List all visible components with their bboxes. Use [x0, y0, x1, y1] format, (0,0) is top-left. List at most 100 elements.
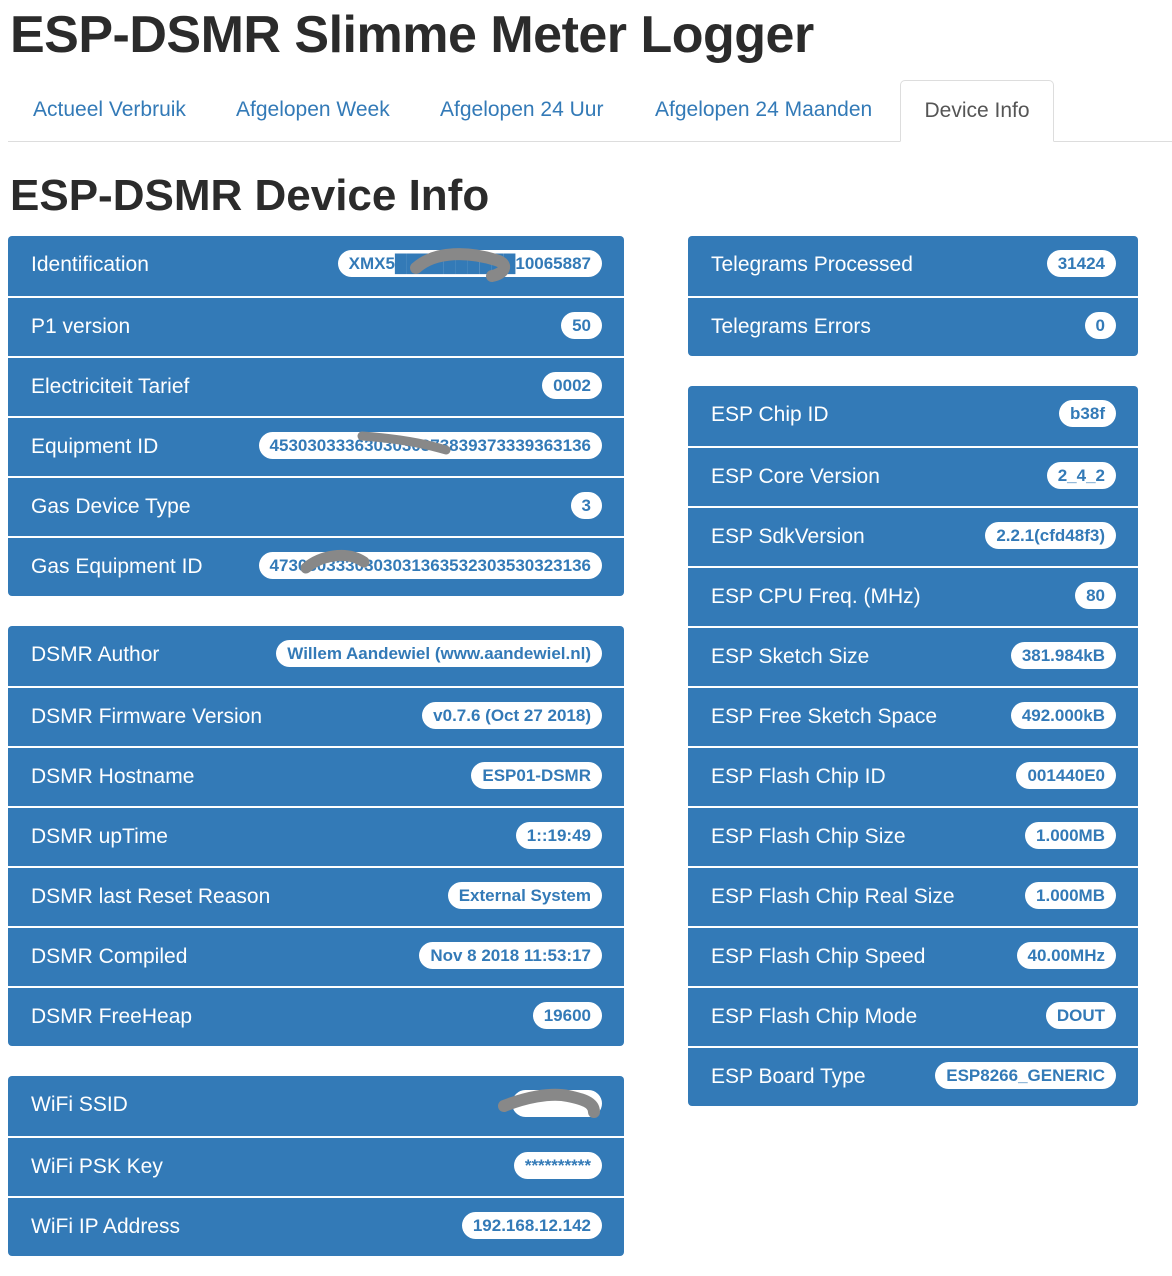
row-label: DSMR Author — [31, 643, 160, 666]
value-badge: 1::19:49 — [515, 822, 602, 849]
info-row-dsmr-last-reset-reason: DSMR last Reset Reason External System — [8, 866, 624, 926]
info-row-esp-flash-chip-real-size: ESP Flash Chip Real Size 1.000MB — [688, 866, 1138, 926]
meter-info-panel: Identification XMX5██████████10065887 P1… — [8, 236, 624, 596]
row-label: ESP Chip ID — [711, 403, 829, 426]
row-label: Telegrams Errors — [711, 315, 871, 338]
value-badge: 1.000MB — [1025, 822, 1116, 849]
dsmr-info-panel: DSMR Author Willem Aandewiel (www.aandew… — [8, 626, 624, 1046]
row-label: Gas Device Type — [31, 495, 191, 518]
value-badge: ESP8266_GENERIC — [935, 1062, 1116, 1089]
info-row-esp-core-version: ESP Core Version 2_4_2 — [688, 446, 1138, 506]
value-badge: DOUT — [1045, 1002, 1116, 1029]
row-label: Electriciteit Tarief — [31, 375, 190, 398]
row-label: WiFi PSK Key — [31, 1155, 163, 1178]
info-row-p1-version: P1 version 50 — [8, 296, 624, 356]
tab-device-info[interactable]: Device Info — [900, 80, 1054, 142]
info-row-esp-sdk-version: ESP SdkVersion 2.2.1(cfd48f3) — [688, 506, 1138, 566]
row-label: ESP Flash Chip Speed — [711, 945, 926, 968]
value-badge: b38f — [1059, 400, 1116, 427]
value-badge: 2_4_2 — [1046, 462, 1116, 489]
info-row-dsmr-firmware-version: DSMR Firmware Version v0.7.6 (Oct 27 201… — [8, 686, 624, 746]
info-row-esp-flash-chip-mode: ESP Flash Chip Mode DOUT — [688, 986, 1138, 1046]
value-badge: 381.984kB — [1010, 642, 1116, 669]
row-label: Equipment ID — [31, 435, 159, 458]
telegrams-panel: Telegrams Processed 31424 Telegrams Erro… — [688, 236, 1138, 356]
row-label: Identification — [31, 253, 149, 276]
value-badge — [512, 1090, 602, 1117]
info-row-esp-flash-chip-id: ESP Flash Chip ID 001440E0 — [688, 746, 1138, 806]
info-row-telegrams-errors: Telegrams Errors 0 — [688, 296, 1138, 356]
row-label: ESP Free Sketch Space — [711, 705, 938, 728]
row-label: P1 version — [31, 315, 131, 338]
row-label: ESP Core Version — [711, 465, 880, 488]
info-row-dsmr-uptime: DSMR upTime 1::19:49 — [8, 806, 624, 866]
esp-info-panel: ESP Chip ID b38f ESP Core Version 2_4_2 … — [688, 386, 1138, 1106]
tab-actueel-verbruik[interactable]: Actueel Verbruik — [33, 80, 186, 142]
info-row-wifi-ssid: WiFi SSID — [8, 1076, 624, 1136]
page-title: ESP-DSMR Device Info — [10, 171, 490, 220]
info-row-esp-flash-chip-speed: ESP Flash Chip Speed 40.00MHz — [688, 926, 1138, 986]
value-badge: 1.000MB — [1025, 882, 1116, 909]
value-badge: v0.7.6 (Oct 27 2018) — [422, 702, 602, 729]
row-label: ESP Flash Chip Size — [711, 825, 906, 848]
info-row-wifi-psk-key: WiFi PSK Key ********** — [8, 1136, 624, 1196]
value-badge: ********** — [513, 1152, 602, 1179]
info-row-esp-free-sketch-space: ESP Free Sketch Space 492.000kB — [688, 686, 1138, 746]
value-badge: 0 — [1084, 312, 1116, 339]
value-badge: 2.2.1(cfd48f3) — [985, 522, 1116, 549]
row-label: DSMR upTime — [31, 825, 168, 848]
value-badge: 492.000kB — [1010, 702, 1116, 729]
row-label: DSMR Compiled — [31, 945, 188, 968]
value-badge: 19600 — [532, 1002, 602, 1029]
value-badge: 3 — [570, 492, 602, 519]
row-label: DSMR Firmware Version — [31, 705, 263, 728]
info-row-equipment-id: Equipment ID 453030333630303037383937333… — [8, 416, 624, 476]
info-row-electriciteit-tarief: Electriciteit Tarief 0002 — [8, 356, 624, 416]
wifi-info-panel: WiFi SSID WiFi PSK Key ********** WiFi I… — [8, 1076, 624, 1256]
row-label: WiFi IP Address — [31, 1215, 180, 1238]
value-badge: 31424 — [1046, 250, 1116, 277]
app-title: ESP-DSMR Slimme Meter Logger — [10, 6, 814, 64]
row-label: WiFi SSID — [31, 1093, 128, 1116]
value-badge: External System — [447, 882, 602, 909]
value-badge: 50 — [561, 312, 602, 339]
row-label: ESP CPU Freq. (MHz) — [711, 585, 921, 608]
info-row-identification: Identification XMX5██████████10065887 — [8, 236, 624, 296]
tab-afgelopen-24-maanden[interactable]: Afgelopen 24 Maanden — [655, 80, 872, 142]
info-row-esp-chip-id: ESP Chip ID b38f — [688, 386, 1138, 446]
row-label: ESP Flash Chip ID — [711, 765, 886, 788]
tab-afgelopen-week[interactable]: Afgelopen Week — [236, 80, 390, 142]
info-row-dsmr-author: DSMR Author Willem Aandewiel (www.aandew… — [8, 626, 624, 686]
info-row-dsmr-freeheap: DSMR FreeHeap 19600 — [8, 986, 624, 1046]
info-row-esp-flash-chip-size: ESP Flash Chip Size 1.000MB — [688, 806, 1138, 866]
info-row-esp-sketch-size: ESP Sketch Size 381.984kB — [688, 626, 1138, 686]
row-label: DSMR FreeHeap — [31, 1005, 193, 1028]
value-badge: ESP01-DSMR — [471, 762, 602, 789]
value-badge: 4530303336303030373839373339363136 — [258, 432, 602, 459]
value-badge: 001440E0 — [1016, 762, 1116, 789]
info-row-wifi-ip-address: WiFi IP Address 192.168.12.142 — [8, 1196, 624, 1256]
info-row-dsmr-compiled: DSMR Compiled Nov 8 2018 11:53:17 — [8, 926, 624, 986]
row-label: ESP Flash Chip Mode — [711, 1005, 918, 1028]
value-badge: XMX5██████████10065887 — [337, 250, 602, 277]
value-badge: Nov 8 2018 11:53:17 — [419, 942, 602, 969]
value-badge: 4730303330303031363532303530323136 — [258, 552, 602, 579]
row-label: Gas Equipment ID — [31, 555, 203, 578]
value-badge: 40.00MHz — [1016, 942, 1116, 969]
info-row-dsmr-hostname: DSMR Hostname ESP01-DSMR — [8, 746, 624, 806]
row-label: ESP Sketch Size — [711, 645, 870, 668]
info-row-gas-device-type: Gas Device Type 3 — [8, 476, 624, 536]
value-badge: 192.168.12.142 — [461, 1212, 602, 1239]
row-label: Telegrams Processed — [711, 253, 913, 276]
nav-tabs: Actueel Verbruik Afgelopen Week Afgelope… — [8, 80, 1172, 142]
row-label: ESP SdkVersion — [711, 525, 865, 548]
value-badge: Willem Aandewiel (www.aandewiel.nl) — [276, 640, 602, 667]
info-row-telegrams-processed: Telegrams Processed 31424 — [688, 236, 1138, 296]
tab-afgelopen-24-uur[interactable]: Afgelopen 24 Uur — [440, 80, 603, 142]
row-label: DSMR Hostname — [31, 765, 195, 788]
row-label: ESP Flash Chip Real Size — [711, 885, 955, 908]
value-badge: 80 — [1075, 582, 1116, 609]
row-label: ESP Board Type — [711, 1065, 866, 1088]
row-label: DSMR last Reset Reason — [31, 885, 271, 908]
info-row-esp-board-type: ESP Board Type ESP8266_GENERIC — [688, 1046, 1138, 1106]
